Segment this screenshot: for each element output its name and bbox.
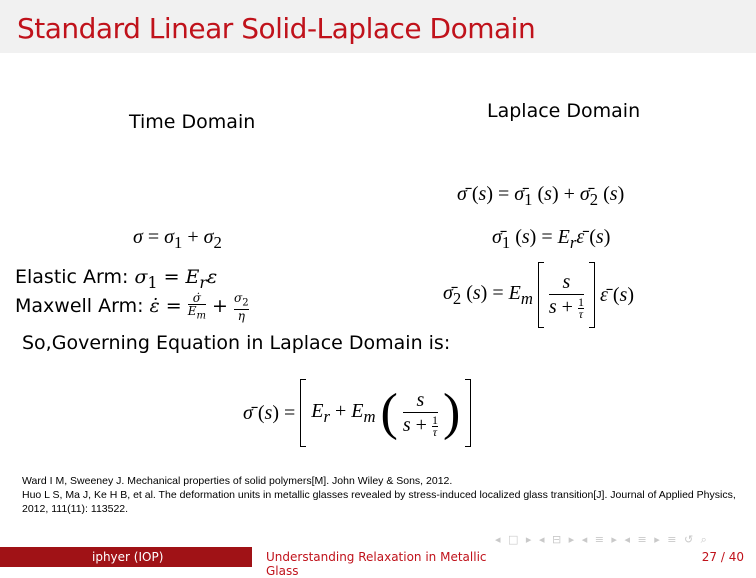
equation-laplace-elastic: σ̄1 (s) = Erε̄ (s) (492, 226, 611, 252)
footer-title-block: Understanding Relaxation in Metallic Gla… (252, 547, 504, 578)
governing-equation-text: So,Governing Equation in Laplace Domain … (22, 332, 451, 354)
maxwell-arm-row: Maxwell Arm: ε̇ = σ̇ Em + σ2 η (15, 292, 249, 322)
nav-search-icon[interactable]: ≡ ↺ ⌕ (667, 533, 709, 546)
nav-prev-frame-icon[interactable]: ◂ □ ▸ (495, 533, 533, 546)
footer-author-block: iphyer (IOP) (0, 547, 252, 567)
maxwell-arm-equation: ε̇ = σ̇ Em + σ2 η (149, 291, 249, 324)
reference-item: Ward I M, Sweeney J. Mechanical properti… (22, 475, 453, 487)
elastic-arm-label: Elastic Arm: (15, 266, 129, 288)
footer-page-block: 27 / 40 (504, 547, 756, 567)
laplace-domain-heading: Laplace Domain (487, 100, 641, 122)
nav-prev-subsection-icon[interactable]: ◂ ⊟ ▸ (539, 533, 576, 546)
nav-prev-section-icon[interactable]: ◂ ≡ ▸ (582, 533, 619, 546)
governing-equation: σ̄ (s) = Er + Em ( s s + 1τ ) (243, 379, 472, 447)
title-bar: Standard Linear Solid-Laplace Domain (0, 0, 756, 53)
time-domain-heading: Time Domain (129, 111, 256, 133)
elastic-arm-equation: σ1 = Erε (134, 266, 218, 292)
equation-laplace-sum: σ̄ (s) = σ̄1 (s) + σ̄2 (s) (457, 183, 625, 209)
slide-title: Standard Linear Solid-Laplace Domain (17, 12, 536, 45)
navigation-symbols[interactable]: ◂ □ ▸ ◂ ⊟ ▸ ◂ ≡ ▸ ◂ ≡ ▸ ≡ ↺ ⌕ (495, 533, 709, 547)
maxwell-arm-label: Maxwell Arm: (15, 295, 144, 318)
equation-sigma-sum: σ = σ1 + σ2 (133, 226, 222, 252)
elastic-arm-row: Elastic Arm: σ1 = Erε (15, 266, 217, 292)
footer-talk-title: Understanding Relaxation in Metallic Gla… (266, 550, 487, 578)
footer-author: iphyer (IOP) (92, 550, 164, 564)
nav-section-icon[interactable]: ◂ ≡ ▸ (624, 533, 661, 546)
reference-item: Huo L S, Ma J, Ke H B, et al. The deform… (22, 489, 736, 515)
footer: iphyer (IOP) Understanding Relaxation in… (0, 547, 756, 578)
references: Ward I M, Sweeney J. Mechanical properti… (22, 474, 742, 516)
equation-laplace-maxwell: σ̄2 (s) = Em s s + 1τ ε̄ (s) (443, 262, 634, 328)
footer-page-number: 27 / 40 (701, 550, 744, 564)
